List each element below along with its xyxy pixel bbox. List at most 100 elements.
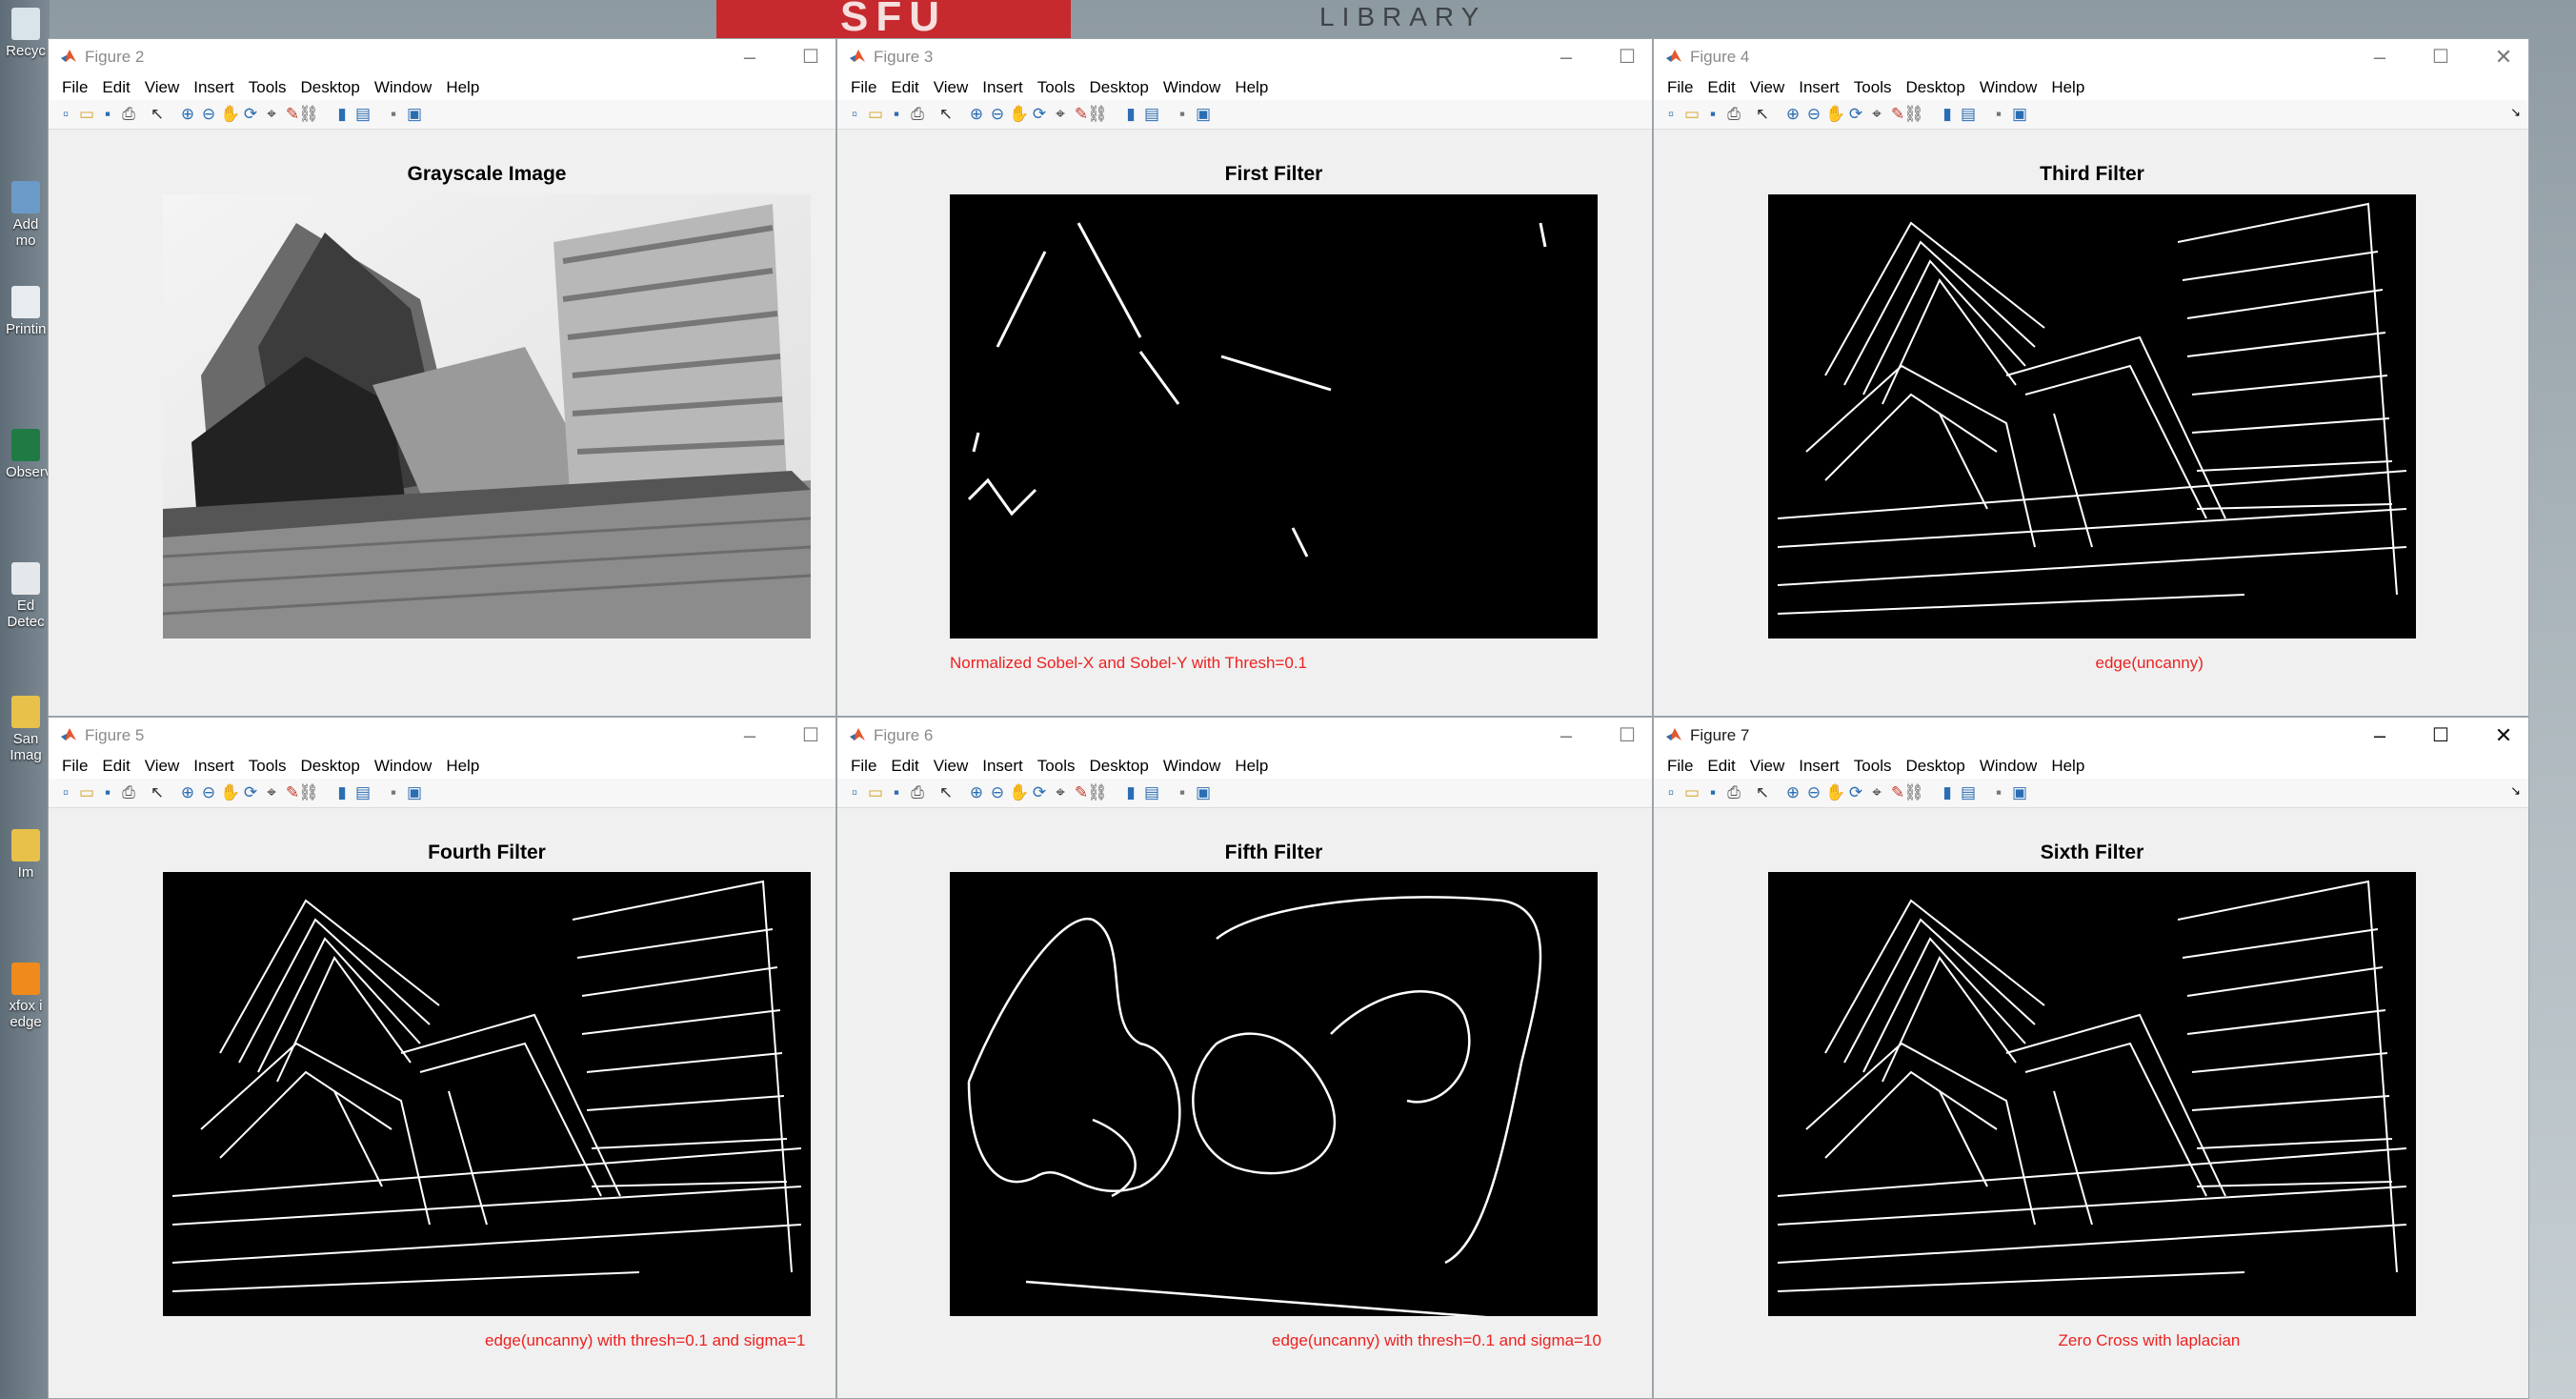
menu-view[interactable]: View <box>1750 757 1785 776</box>
data-cursor-icon[interactable]: ⌖ <box>1867 783 1886 802</box>
minimize-icon[interactable]: – <box>1547 43 1585 71</box>
menu-file[interactable]: File <box>1667 757 1693 776</box>
legend-icon[interactable]: ▤ <box>353 783 372 802</box>
title-bar[interactable]: Figure 3 – ☐ <box>837 39 1652 75</box>
hide-plot-tools-icon[interactable]: ▪ <box>1989 105 2008 124</box>
menu-desktop[interactable]: Desktop <box>300 757 359 776</box>
menu-insert[interactable]: Insert <box>1799 757 1840 776</box>
menu-edit[interactable]: Edit <box>891 78 918 97</box>
link-plot-icon[interactable]: ⛓ <box>1087 105 1108 124</box>
zoom-out-icon[interactable]: ⊖ <box>988 783 1007 802</box>
menu-insert[interactable]: Insert <box>193 78 234 97</box>
menu-tools[interactable]: Tools <box>249 78 287 97</box>
hide-plot-tools-icon[interactable]: ▪ <box>384 783 403 802</box>
menu-view[interactable]: View <box>145 78 180 97</box>
menu-insert[interactable]: Insert <box>982 757 1023 776</box>
menu-file[interactable]: File <box>62 757 88 776</box>
desktop-icon-add[interactable]: Add mo <box>6 181 46 249</box>
pan-icon[interactable]: ✋ <box>220 105 240 124</box>
toolbar-overflow-icon[interactable]: ↘ <box>2510 783 2521 799</box>
select-arrow-icon[interactable]: ↖ <box>1753 783 1772 802</box>
select-arrow-icon[interactable]: ↖ <box>1753 105 1772 124</box>
zoom-out-icon[interactable]: ⊖ <box>1804 105 1823 124</box>
menu-tools[interactable]: Tools <box>1854 757 1892 776</box>
menu-file[interactable]: File <box>62 78 88 97</box>
show-plot-tools-icon[interactable]: ▣ <box>405 105 424 124</box>
data-cursor-icon[interactable]: ⌖ <box>262 783 281 802</box>
select-arrow-icon[interactable]: ↖ <box>148 783 167 802</box>
show-plot-tools-icon[interactable]: ▣ <box>1194 783 1213 802</box>
menu-edit[interactable]: Edit <box>1707 757 1735 776</box>
data-cursor-icon[interactable]: ⌖ <box>1867 105 1886 124</box>
hide-plot-tools-icon[interactable]: ▪ <box>1173 105 1192 124</box>
figure-6-window[interactable]: Figure 6 – ☐ File Edit View Insert Tools Desk… <box>836 717 1653 1399</box>
link-plot-icon[interactable]: ⛓ <box>1903 105 1924 124</box>
menu-tools[interactable]: Tools <box>1037 757 1076 776</box>
link-plot-icon[interactable]: ⛓ <box>298 105 319 124</box>
zoom-in-icon[interactable]: ⊕ <box>967 105 986 124</box>
menu-edit[interactable]: Edit <box>102 757 130 776</box>
new-figure-icon[interactable]: ▫ <box>1661 783 1680 802</box>
legend-icon[interactable]: ▤ <box>1142 783 1161 802</box>
rotate-icon[interactable]: ⟳ <box>241 105 260 124</box>
print-icon[interactable]: ⎙ <box>119 783 138 802</box>
zoom-in-icon[interactable]: ⊕ <box>178 783 197 802</box>
pan-icon[interactable]: ✋ <box>220 783 240 802</box>
menu-window[interactable]: Window <box>1980 757 2037 776</box>
legend-icon[interactable]: ▤ <box>1959 783 1978 802</box>
save-icon[interactable]: ▪ <box>98 783 117 802</box>
desktop-icon-printing[interactable]: Printin <box>6 286 47 337</box>
menu-view[interactable]: View <box>1750 78 1785 97</box>
menu-edit[interactable]: Edit <box>891 757 918 776</box>
figure-7-window[interactable]: Figure 7 – ☐ ✕ File Edit View Insert Tools De… <box>1653 717 2529 1399</box>
print-icon[interactable]: ⎙ <box>1724 783 1743 802</box>
colorbar-icon[interactable]: ▮ <box>1938 783 1957 802</box>
menu-file[interactable]: File <box>851 757 876 776</box>
new-figure-icon[interactable]: ▫ <box>1661 105 1680 124</box>
title-bar[interactable]: Figure 4 – ☐ ✕ <box>1654 39 2528 75</box>
figure-3-window[interactable]: Figure 3 – ☐ File Edit View Insert Tools Desk… <box>836 38 1653 717</box>
menu-desktop[interactable]: Desktop <box>1905 757 1964 776</box>
show-plot-tools-icon[interactable]: ▣ <box>2010 105 2029 124</box>
zoom-out-icon[interactable]: ⊖ <box>1804 783 1823 802</box>
menu-help[interactable]: Help <box>446 78 479 97</box>
figure-5-window[interactable]: Figure 5 – ☐ File Edit View Insert Tools Desk… <box>48 717 836 1399</box>
desktop-icon-recycle[interactable]: Recyc <box>6 8 46 59</box>
rotate-icon[interactable]: ⟳ <box>1846 783 1865 802</box>
menu-desktop[interactable]: Desktop <box>1905 78 1964 97</box>
menu-view[interactable]: View <box>934 78 969 97</box>
show-plot-tools-icon[interactable]: ▣ <box>2010 783 2029 802</box>
legend-icon[interactable]: ▤ <box>1142 105 1161 124</box>
minimize-icon[interactable]: – <box>2361 721 2399 750</box>
colorbar-icon[interactable]: ▮ <box>1121 783 1140 802</box>
colorbar-icon[interactable]: ▮ <box>332 105 352 124</box>
show-plot-tools-icon[interactable]: ▣ <box>1194 105 1213 124</box>
maximize-icon[interactable]: ☐ <box>1608 43 1646 71</box>
menu-window[interactable]: Window <box>1163 757 1220 776</box>
rotate-icon[interactable]: ⟳ <box>1030 105 1049 124</box>
menu-window[interactable]: Window <box>1980 78 2037 97</box>
save-icon[interactable]: ▪ <box>1703 783 1722 802</box>
menu-file[interactable]: File <box>851 78 876 97</box>
save-icon[interactable]: ▪ <box>98 105 117 124</box>
hide-plot-tools-icon[interactable]: ▪ <box>1173 783 1192 802</box>
save-icon[interactable]: ▪ <box>887 105 906 124</box>
rotate-icon[interactable]: ⟳ <box>1030 783 1049 802</box>
link-plot-icon[interactable]: ⛓ <box>1087 783 1108 802</box>
title-bar[interactable]: Figure 2 – ☐ <box>49 39 835 75</box>
legend-icon[interactable]: ▤ <box>353 105 372 124</box>
desktop-icon-edge-detect[interactable]: Ed Detec <box>6 562 46 630</box>
select-arrow-icon[interactable]: ↖ <box>936 783 956 802</box>
select-arrow-icon[interactable]: ↖ <box>148 105 167 124</box>
minimize-icon[interactable]: – <box>731 721 769 750</box>
print-icon[interactable]: ⎙ <box>119 105 138 124</box>
zoom-out-icon[interactable]: ⊖ <box>199 105 218 124</box>
menu-help[interactable]: Help <box>1235 78 1268 97</box>
minimize-icon[interactable]: – <box>1547 721 1585 750</box>
desktop-icon-sample-image[interactable]: San Imag <box>6 696 46 763</box>
open-icon[interactable]: ▭ <box>1682 783 1701 802</box>
menu-tools[interactable]: Tools <box>1854 78 1892 97</box>
menu-help[interactable]: Help <box>446 757 479 776</box>
hide-plot-tools-icon[interactable]: ▪ <box>384 105 403 124</box>
legend-icon[interactable]: ▤ <box>1959 105 1978 124</box>
